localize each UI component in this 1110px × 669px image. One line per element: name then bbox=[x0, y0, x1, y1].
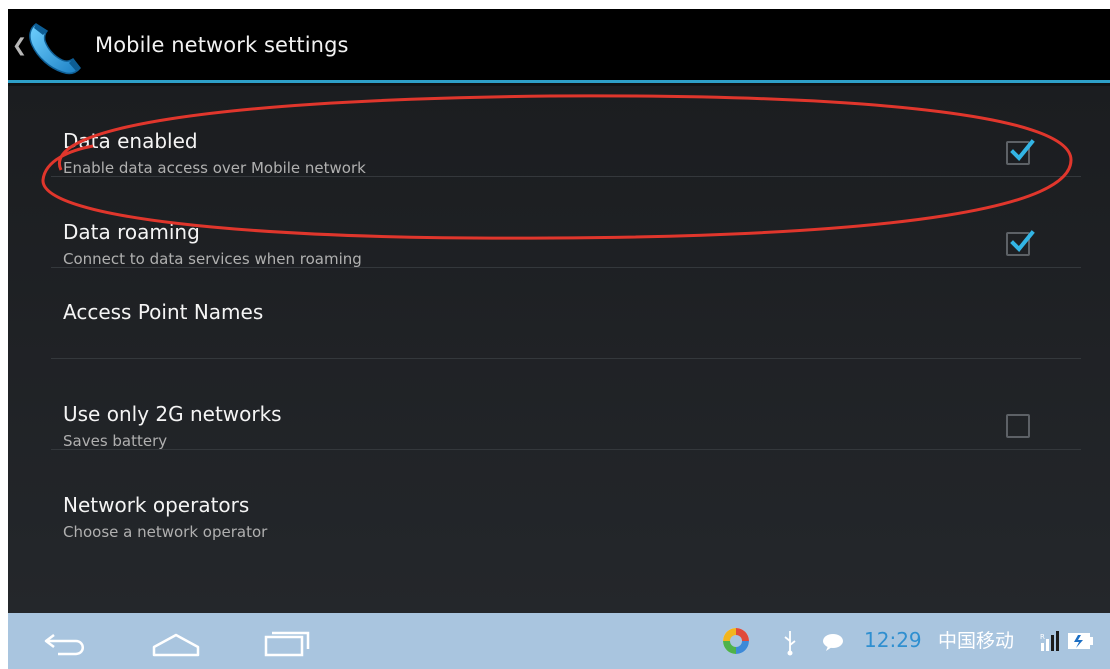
action-bar: ❮ Mobile network settings bbox=[8, 9, 1110, 83]
chat-icon bbox=[823, 634, 843, 651]
action-bar-divider bbox=[8, 80, 1110, 83]
pref-access-point-names[interactable]: Access Point Names bbox=[51, 268, 1081, 359]
pref-summary: Saves battery bbox=[63, 432, 168, 450]
back-icon[interactable] bbox=[38, 613, 92, 669]
data-roaming-checkbox[interactable] bbox=[1006, 230, 1035, 256]
page-title: Mobile network settings bbox=[95, 33, 349, 57]
pref-title: Network operators bbox=[63, 493, 250, 517]
pref-network-operators[interactable]: Network operators Choose a network opera… bbox=[51, 450, 1081, 541]
usb-icon bbox=[784, 631, 796, 656]
preference-list: Data enabled Enable data access over Mob… bbox=[8, 86, 1110, 613]
signal-icon: R bbox=[1040, 631, 1059, 651]
pref-summary: Enable data access over Mobile network bbox=[63, 159, 366, 177]
home-icon[interactable] bbox=[146, 613, 206, 669]
pref-title: Data enabled bbox=[63, 129, 198, 153]
screen: ❮ Mobile network settings Data enabled E… bbox=[8, 9, 1110, 669]
pref-data-enabled[interactable]: Data enabled Enable data access over Mob… bbox=[51, 86, 1081, 177]
pref-summary: Choose a network operator bbox=[63, 523, 268, 541]
carrier-label: 中国移动 bbox=[938, 630, 1015, 652]
pref-use-only-2g[interactable]: Use only 2G networks Saves battery bbox=[51, 359, 1081, 450]
app-notification-icon[interactable] bbox=[718, 613, 754, 669]
system-bar: 12:29 中国移动 R bbox=[8, 613, 1110, 669]
pref-title: Data roaming bbox=[63, 220, 200, 244]
pref-summary: Connect to data services when roaming bbox=[63, 250, 362, 268]
use-only-2g-checkbox[interactable] bbox=[1006, 414, 1030, 438]
chevron-left-icon[interactable]: ❮ bbox=[12, 35, 27, 56]
status-clock: 12:29 bbox=[864, 628, 922, 652]
recent-apps-icon[interactable] bbox=[260, 613, 316, 669]
pref-title: Access Point Names bbox=[63, 300, 264, 324]
pref-data-roaming[interactable]: Data roaming Connect to data services wh… bbox=[51, 177, 1081, 268]
pref-title: Use only 2G networks bbox=[63, 402, 282, 426]
phone-handset-icon[interactable] bbox=[26, 18, 86, 76]
data-enabled-checkbox[interactable] bbox=[1006, 139, 1035, 165]
checkmark-icon bbox=[1010, 139, 1035, 161]
battery-icon bbox=[1068, 633, 1093, 649]
svg-text:R: R bbox=[1040, 633, 1045, 641]
checkmark-icon bbox=[1010, 230, 1035, 252]
